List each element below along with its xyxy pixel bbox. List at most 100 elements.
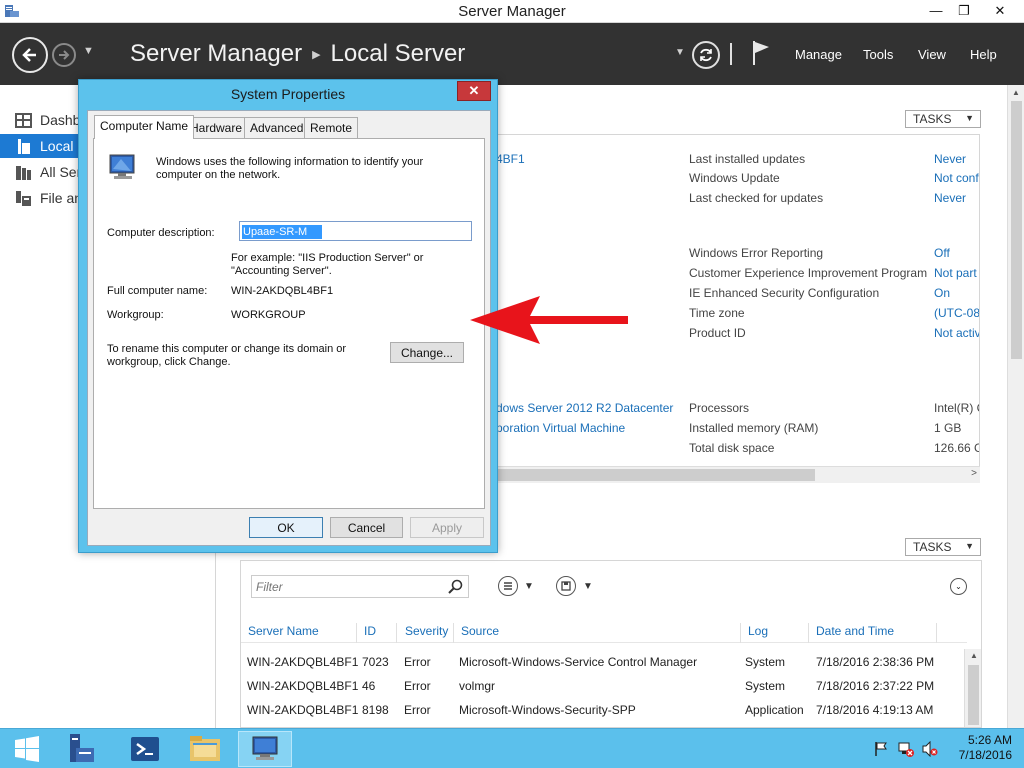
- system-properties-dialog: System Properties ✕ Computer Name Hardwa…: [78, 79, 498, 553]
- list-icon: [504, 582, 512, 590]
- dashboard-icon: [15, 112, 32, 128]
- tasks-button-events[interactable]: TASKS ▼: [905, 538, 981, 556]
- window-title: Server Manager: [458, 3, 566, 20]
- computer-name-value[interactable]: 4BF1: [496, 152, 525, 166]
- column-date-time[interactable]: Date and Time: [809, 623, 937, 643]
- computer-description-field[interactable]: [239, 221, 472, 241]
- cell-date-time: 7/18/2016 2:38:36 PM: [816, 655, 935, 669]
- scrollbar-thumb[interactable]: [1011, 101, 1022, 359]
- tab-remote[interactable]: Remote: [304, 117, 359, 138]
- value-total-disk-space: 126.66 G: [934, 441, 980, 455]
- refresh-dropdown-icon[interactable]: ▼: [675, 47, 685, 58]
- events-vertical-scrollbar[interactable]: ▲: [964, 649, 981, 727]
- computer-name-tab-page: Windows uses the following information t…: [93, 138, 485, 509]
- forward-button[interactable]: [52, 43, 76, 67]
- scroll-up-icon[interactable]: ▲: [970, 651, 978, 660]
- list-options-dropdown-icon[interactable]: ▼: [524, 581, 534, 592]
- red-arrow-annotation: [470, 296, 628, 344]
- menu-manage[interactable]: Manage: [795, 47, 842, 62]
- value-windows-error-reporting[interactable]: Off: [934, 246, 950, 260]
- prop-windows-error-reporting: Windows Error Reporting: [689, 246, 824, 260]
- value-product-id[interactable]: Not activ: [934, 326, 979, 340]
- taskbar-server-manager[interactable]: [54, 731, 108, 767]
- network-error-icon[interactable]: [898, 741, 914, 757]
- filter-input[interactable]: [252, 576, 442, 597]
- menu-tools[interactable]: Tools: [863, 47, 893, 62]
- cancel-button[interactable]: Cancel: [330, 517, 403, 538]
- value-last-checked-updates[interactable]: Never: [934, 191, 966, 205]
- chevron-down-icon: ▼: [965, 113, 974, 123]
- column-server-name[interactable]: Server Name: [241, 623, 357, 643]
- cell-server-name: WIN-2AKDQBL4BF1: [247, 679, 359, 693]
- taskbar-file-explorer[interactable]: [178, 731, 232, 767]
- workgroup-label: Workgroup:: [107, 309, 164, 321]
- tab-computer-name[interactable]: Computer Name: [94, 115, 195, 139]
- powershell-icon: [131, 737, 159, 761]
- full-computer-name-value: WIN-2AKDQBL4BF1: [231, 285, 334, 297]
- cell-server-name: WIN-2AKDQBL4BF1: [247, 703, 359, 717]
- cell-source: volmgr: [459, 679, 496, 693]
- ok-button[interactable]: OK: [249, 517, 323, 538]
- file-storage-icon: [16, 190, 31, 206]
- value-ie-esc[interactable]: On: [934, 286, 950, 300]
- apply-button[interactable]: Apply: [410, 517, 484, 538]
- menu-help[interactable]: Help: [970, 47, 997, 62]
- tasks-button-properties[interactable]: TASKS ▼: [905, 110, 981, 128]
- scrollbar-thumb[interactable]: [497, 469, 815, 481]
- notifications-flag-icon[interactable]: [752, 40, 772, 66]
- prop-installed-memory: Installed memory (RAM): [689, 421, 819, 435]
- save-query-button[interactable]: [556, 576, 576, 596]
- list-options-button[interactable]: [498, 576, 518, 596]
- cell-server-name: WIN-2AKDQBL4BF1: [247, 655, 359, 669]
- change-button[interactable]: Change...: [390, 342, 464, 363]
- cell-source: Microsoft-Windows-Service Control Manage…: [459, 655, 698, 669]
- cell-log: Application: [745, 703, 804, 717]
- tab-advanced[interactable]: Advanced: [244, 117, 310, 138]
- back-button[interactable]: [12, 37, 48, 73]
- dialog-close-button[interactable]: ✕: [457, 81, 491, 101]
- breadcrumb-root[interactable]: Server Manager: [130, 40, 302, 68]
- scrollbar-thumb[interactable]: [968, 665, 979, 725]
- cell-id: 7023: [362, 655, 389, 669]
- clock-date: 7/18/2016: [958, 748, 1012, 762]
- breadcrumb: Server Manager ▶ Local Server: [130, 40, 465, 68]
- value-windows-update[interactable]: Not conf: [934, 171, 979, 185]
- column-log[interactable]: Log: [741, 623, 809, 643]
- refresh-icon: [700, 48, 712, 62]
- all-servers-icon: [16, 165, 31, 180]
- history-dropdown-icon[interactable]: ▼: [83, 45, 94, 57]
- prop-last-checked-updates: Last checked for updates: [689, 191, 824, 205]
- search-icon[interactable]: [448, 579, 463, 594]
- filter-box[interactable]: [251, 575, 469, 598]
- properties-horizontal-scrollbar[interactable]: >: [495, 466, 980, 483]
- server-manager-icon: [70, 734, 94, 762]
- minimize-button[interactable]: —: [922, 0, 950, 21]
- taskbar-system-properties[interactable]: [238, 731, 292, 767]
- value-ceip[interactable]: Not part: [934, 266, 977, 280]
- value-last-installed-updates[interactable]: Never: [934, 152, 966, 166]
- menu-view[interactable]: View: [918, 47, 946, 62]
- restore-button[interactable]: ❐: [950, 0, 978, 21]
- action-center-flag-icon[interactable]: [873, 741, 889, 757]
- column-id[interactable]: ID: [357, 623, 397, 643]
- taskbar-powershell[interactable]: [118, 731, 172, 767]
- expand-collapse-button[interactable]: ⌄: [950, 578, 967, 595]
- prop-last-installed-updates: Last installed updates: [689, 152, 806, 166]
- start-button[interactable]: [0, 731, 54, 767]
- example-text: For example: "IIS Production Server" or …: [231, 252, 424, 277]
- scroll-up-icon[interactable]: ▲: [1012, 88, 1020, 97]
- volume-muted-icon[interactable]: [922, 741, 938, 757]
- column-severity[interactable]: Severity: [398, 623, 454, 643]
- tasks-label: TASKS: [913, 112, 952, 126]
- scroll-right-icon[interactable]: >: [971, 468, 977, 479]
- column-source[interactable]: Source: [454, 623, 741, 643]
- value-time-zone[interactable]: (UTC-08:: [934, 306, 979, 320]
- save-query-dropdown-icon[interactable]: ▼: [583, 581, 593, 592]
- computer-description-input[interactable]: [242, 225, 322, 239]
- taskbar: 5:26 AM 7/18/2016: [0, 728, 1024, 768]
- system-clock[interactable]: 5:26 AM 7/18/2016: [959, 733, 1012, 763]
- refresh-button[interactable]: [692, 41, 720, 69]
- close-button[interactable]: ✕: [978, 0, 1022, 21]
- workgroup-value: WORKGROUP: [231, 309, 306, 321]
- main-vertical-scrollbar[interactable]: ▲: [1007, 85, 1024, 728]
